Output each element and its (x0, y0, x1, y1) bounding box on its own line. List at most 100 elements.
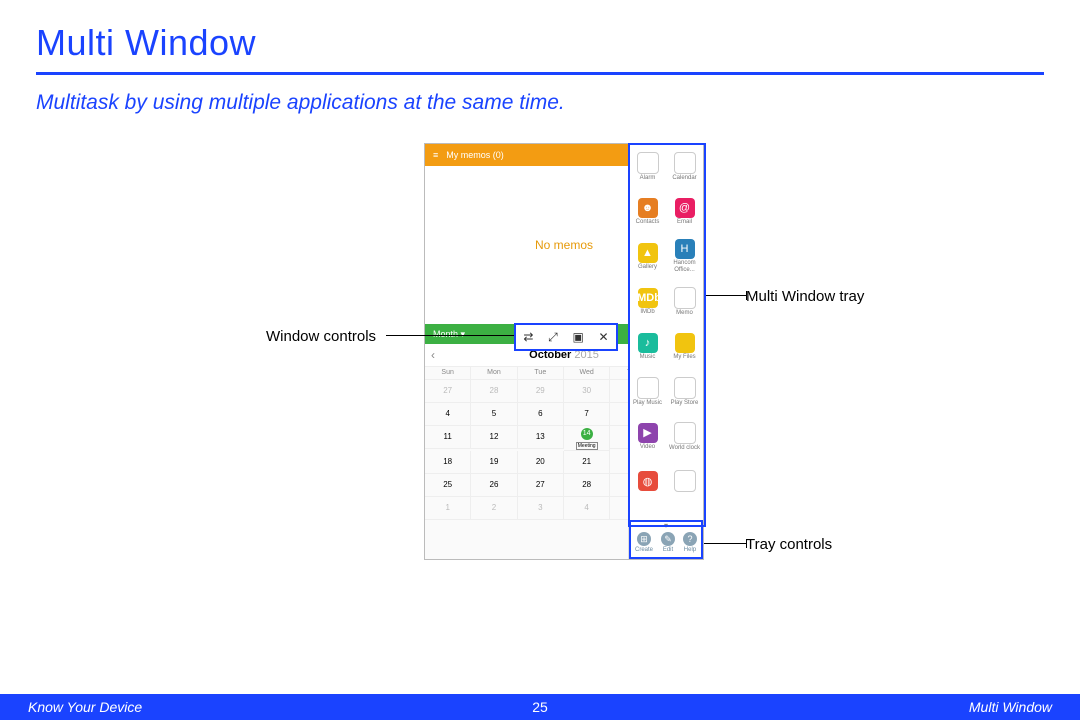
calendar-day-header: Tue (518, 367, 564, 380)
tray-app-play-store: ▶Play Store (666, 369, 703, 414)
calendar-day-cell: 26 (471, 474, 517, 497)
tray-app-label: Memo (676, 310, 693, 317)
calendar-day-header: Mon (471, 367, 517, 380)
app-icon: M (674, 470, 696, 492)
leader-tray-controls (704, 543, 746, 544)
calendar-day-cell: 3 (518, 497, 564, 520)
memo-empty-text: No memos (535, 238, 593, 252)
tray-app-label: Play Music (633, 400, 662, 407)
calendar-day-cell: 18 (425, 451, 471, 474)
tray-app-label: IMDb (640, 309, 654, 316)
tray-collapse-icon: ▾ (631, 522, 701, 530)
window-control-icon: ✕ (599, 330, 609, 344)
calendar-day-cell: 7 (564, 403, 610, 426)
calendar-day-cell: 5 (471, 403, 517, 426)
tray-app-world-clock: ◷World clock (666, 414, 703, 459)
edit-icon: ✎ (661, 532, 675, 546)
window-controls-bar: ⇄ ⤢ ▣ ✕ (514, 323, 618, 351)
calendar-day-cell: 29 (518, 380, 564, 403)
calendar-day-cell: 2 (471, 497, 517, 520)
tray-app-imdb: IMDbIMDb (629, 279, 666, 324)
tray-app-label: World clock (669, 445, 700, 452)
my-files-icon (675, 333, 695, 353)
calendar-day-cell: 19 (471, 451, 517, 474)
page-footer: Know Your Device 25 Multi Window (0, 694, 1080, 720)
hancom-office--icon: H (675, 239, 695, 259)
callout-window-controls: Window controls (266, 328, 376, 345)
calendar-day-cell: 30 (564, 380, 610, 403)
tray-app-email: @Email (666, 189, 703, 234)
page-title: Multi Window (36, 22, 1044, 64)
leader-multi-window-tray (704, 295, 746, 296)
email-icon: @ (675, 198, 695, 218)
calendar-day-cell: 1 (425, 497, 471, 520)
calendar-day-cell: 12 (471, 426, 517, 449)
alarm-icon: ◴ (637, 152, 659, 174)
video-icon: ▶ (638, 423, 658, 443)
app-icon: ◍ (638, 471, 658, 491)
calendar-day-cell: 27 (425, 380, 471, 403)
tray-app-label: Music (640, 354, 656, 361)
tray-app-label: Calendar (672, 175, 696, 182)
tray-app-video: ▶Video (629, 414, 666, 459)
calendar-day-cell: 28 (564, 474, 610, 497)
title-rule (36, 72, 1044, 75)
tray-app-label: Hancom Office... (666, 260, 703, 274)
tray-app-alarm: ◴Alarm (629, 144, 666, 189)
tray-control-label: Edit (663, 547, 673, 553)
tray-app-hancom-office-: HHancom Office... (666, 234, 703, 279)
footer-page-number: 25 (532, 699, 548, 715)
memo-bar-title: My memos (0) (446, 150, 504, 160)
tray-app-label: Video (640, 444, 655, 451)
tray-app-label: Alarm (640, 175, 656, 182)
calendar-day-cell: 28 (471, 380, 517, 403)
calendar-day-cell: 25 (425, 474, 471, 497)
tray-app-label: My Files (673, 354, 695, 361)
imdb-icon: IMDb (638, 288, 658, 308)
calendar-day-cell: 13 (518, 426, 564, 449)
footer-left: Know Your Device (28, 699, 532, 715)
multi-window-tray: ◴Alarm31Calendar☻Contacts@Email▲GalleryH… (628, 144, 703, 559)
calendar-icon: 31 (674, 152, 696, 174)
calendar-day-cell: 20 (518, 451, 564, 474)
tray-app-gallery: ▲Gallery (629, 234, 666, 279)
calendar-day-cell: 21 (564, 451, 610, 474)
calendar-day-cell: 14Meeting (564, 426, 610, 451)
tray-app-memo: Memo (666, 279, 703, 324)
window-control-icon: ▣ (572, 330, 583, 344)
create-icon: ⊞ (637, 532, 651, 546)
hamburger-icon: ≡ (433, 150, 438, 160)
memo-icon (674, 287, 696, 309)
calendar-day-cell: 27 (518, 474, 564, 497)
tray-app-label: Gallery (638, 264, 657, 271)
calendar-tab-label: Month ▾ (433, 329, 465, 340)
calendar-day-cell: 4 (564, 497, 610, 520)
tray-control-label: Create (635, 547, 653, 553)
calendar-day-header: Wed (564, 367, 610, 380)
tray-app-contacts: ☻Contacts (629, 189, 666, 234)
tray-app-app: M (666, 459, 703, 504)
tray-help-button: ?Help (683, 532, 697, 553)
help-icon: ? (683, 532, 697, 546)
calendar-prev-icon: ‹ (431, 344, 435, 366)
tray-create-button: ⊞Create (635, 532, 653, 553)
calendar-day-header: Sun (425, 367, 471, 380)
footer-right: Multi Window (548, 699, 1052, 715)
tray-app-my-files: My Files (666, 324, 703, 369)
tray-app-label: Play Store (671, 400, 699, 407)
callout-tray-controls: Tray controls (746, 536, 832, 553)
window-control-icon: ⇄ (523, 330, 533, 344)
music-icon: ♪ (638, 333, 658, 353)
tray-control-label: Help (684, 547, 696, 553)
calendar-day-cell: 11 (425, 426, 471, 449)
calendar-day-cell: 6 (518, 403, 564, 426)
tray-app-label: Contacts (636, 219, 660, 226)
tray-controls-group: ▾ ⊞Create✎Edit?Help (629, 520, 703, 559)
tray-app-music: ♪Music (629, 324, 666, 369)
tray-edit-button: ✎Edit (661, 532, 675, 553)
tray-app-label: Email (677, 219, 692, 226)
callout-multi-window-tray: Multi Window tray (746, 288, 864, 305)
calendar-day-cell: 4 (425, 403, 471, 426)
window-control-icon: ⤢ (548, 330, 558, 345)
tray-app-calendar: 31Calendar (666, 144, 703, 189)
